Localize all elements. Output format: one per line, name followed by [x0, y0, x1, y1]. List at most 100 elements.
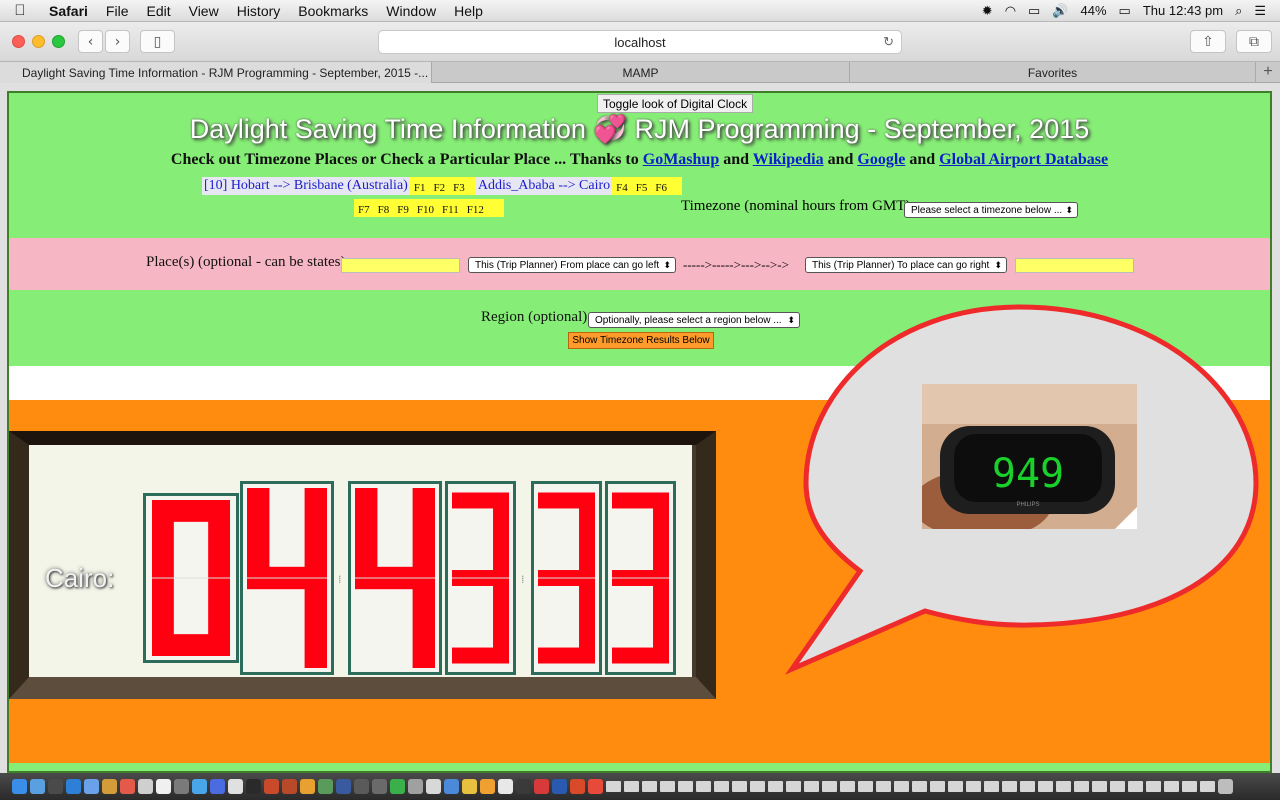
- dock-app-icon[interactable]: [66, 779, 81, 794]
- link-google[interactable]: Google: [857, 151, 905, 168]
- dock-app-icon[interactable]: [228, 779, 243, 794]
- dock-app-icon[interactable]: [210, 779, 225, 794]
- dock-minimized-window-icon[interactable]: [624, 781, 639, 792]
- dock-minimized-window-icon[interactable]: [1020, 781, 1035, 792]
- airplay-icon[interactable]: ▭: [1028, 3, 1040, 19]
- dock-minimized-window-icon[interactable]: [948, 781, 963, 792]
- dock-minimized-window-icon[interactable]: [678, 781, 693, 792]
- fkey-f8[interactable]: F8: [374, 204, 394, 216]
- dock-app-icon[interactable]: [462, 779, 477, 794]
- dock-minimized-window-icon[interactable]: [1200, 781, 1215, 792]
- dock-app-icon[interactable]: [354, 779, 369, 794]
- reload-icon[interactable]: ↻: [883, 34, 894, 50]
- dock-app-icon[interactable]: [84, 779, 99, 794]
- dock-app-icon[interactable]: [570, 779, 585, 794]
- fkey-f6[interactable]: F6: [651, 182, 671, 194]
- dock-app-icon[interactable]: [390, 779, 405, 794]
- battery-icon[interactable]: ▭: [1119, 3, 1131, 19]
- dock-minimized-window-icon[interactable]: [750, 781, 765, 792]
- dock-app-icon[interactable]: [300, 779, 315, 794]
- dock-minimized-window-icon[interactable]: [1092, 781, 1107, 792]
- favourite-hobart-brisbane[interactable]: [10] Hobart --> Brisbane (Australia): [202, 177, 410, 195]
- link-gomashup[interactable]: GoMashup: [643, 151, 719, 168]
- fkey-f1[interactable]: F1: [410, 182, 430, 194]
- dock-minimized-window-icon[interactable]: [732, 781, 747, 792]
- menu-history[interactable]: History: [228, 3, 290, 19]
- back-button[interactable]: ‹: [78, 30, 103, 53]
- link-wikipedia[interactable]: Wikipedia: [753, 151, 824, 168]
- apple-icon[interactable]: : [0, 2, 40, 19]
- dock-app-icon[interactable]: [120, 779, 135, 794]
- fkey-f9[interactable]: F9: [393, 204, 413, 216]
- dock-minimized-window-icon[interactable]: [1074, 781, 1089, 792]
- tab-daylight-saving[interactable]: Daylight Saving Time Information - RJM P…: [0, 62, 432, 83]
- fkey-f5[interactable]: F5: [632, 182, 652, 194]
- region-select[interactable]: Optionally, please select a region below…: [588, 312, 800, 328]
- from-place-input[interactable]: [341, 258, 460, 273]
- dock-minimized-window-icon[interactable]: [876, 781, 891, 792]
- favourite-addis-ababa-cairo[interactable]: Addis_Ababa --> Cairo: [475, 177, 613, 195]
- dock-app-icon[interactable]: [48, 779, 63, 794]
- dock-minimized-window-icon[interactable]: [786, 781, 801, 792]
- forward-button[interactable]: ›: [105, 30, 130, 53]
- dock-minimized-window-icon[interactable]: [984, 781, 999, 792]
- dock-minimized-window-icon[interactable]: [912, 781, 927, 792]
- sidebar-button[interactable]: ▯: [140, 30, 175, 53]
- menubar-clock[interactable]: Thu 12:43 pm: [1143, 3, 1223, 18]
- dock-minimized-window-icon[interactable]: [1182, 781, 1197, 792]
- volume-icon[interactable]: 🔊: [1052, 3, 1068, 19]
- app-status-icon[interactable]: ✹: [982, 3, 993, 19]
- notification-center-icon[interactable]: ☰: [1254, 3, 1266, 19]
- dock-minimized-window-icon[interactable]: [714, 781, 729, 792]
- timezone-select[interactable]: Please select a timezone below ...: [904, 202, 1078, 218]
- dock-app-icon[interactable]: [534, 779, 549, 794]
- dock-minimized-window-icon[interactable]: [1164, 781, 1179, 792]
- menu-window[interactable]: Window: [377, 3, 445, 19]
- dock-app-icon[interactable]: [408, 779, 423, 794]
- dock-app-icon[interactable]: [264, 779, 279, 794]
- zoom-window-button[interactable]: [52, 35, 65, 48]
- dock-minimized-window-icon[interactable]: [822, 781, 837, 792]
- menu-safari[interactable]: Safari: [40, 3, 97, 19]
- menu-view[interactable]: View: [180, 3, 228, 19]
- dock-minimized-window-icon[interactable]: [1056, 781, 1071, 792]
- menu-bookmarks[interactable]: Bookmarks: [289, 3, 377, 19]
- dock-minimized-window-icon[interactable]: [768, 781, 783, 792]
- dock-minimized-window-icon[interactable]: [1146, 781, 1161, 792]
- dock-app-icon[interactable]: [318, 779, 333, 794]
- dock-app-icon[interactable]: [336, 779, 351, 794]
- fkey-f7[interactable]: F7: [354, 204, 374, 216]
- dock-app-icon[interactable]: [102, 779, 117, 794]
- dock-app-icon[interactable]: [552, 779, 567, 794]
- spotlight-search-icon[interactable]: ⌕: [1235, 3, 1242, 19]
- dock-minimized-window-icon[interactable]: [1110, 781, 1125, 792]
- dock-app-icon[interactable]: [138, 779, 153, 794]
- dock-minimized-window-icon[interactable]: [894, 781, 909, 792]
- toggle-clock-look-button[interactable]: Toggle look of Digital Clock: [597, 94, 754, 113]
- dock-app-icon[interactable]: [588, 779, 603, 794]
- from-place-select[interactable]: This (Trip Planner) From place can go le…: [468, 257, 676, 273]
- trash-icon[interactable]: [1218, 779, 1233, 794]
- menu-help[interactable]: Help: [445, 3, 492, 19]
- dock-minimized-window-icon[interactable]: [804, 781, 819, 792]
- tab-mamp[interactable]: MAMP: [432, 62, 850, 83]
- dock-app-icon[interactable]: [498, 779, 513, 794]
- dock-app-icon[interactable]: [282, 779, 297, 794]
- dock-minimized-window-icon[interactable]: [858, 781, 873, 792]
- fkey-f3[interactable]: F3: [449, 182, 469, 194]
- dock-app-icon[interactable]: [30, 779, 45, 794]
- to-place-select[interactable]: This (Trip Planner) To place can go righ…: [805, 257, 1007, 273]
- fkey-f11[interactable]: F11: [438, 204, 463, 216]
- dock-app-icon[interactable]: [444, 779, 459, 794]
- dock-minimized-window-icon[interactable]: [966, 781, 981, 792]
- link-global-airport-database[interactable]: Global Airport Database: [939, 151, 1108, 168]
- fkey-f2[interactable]: F2: [429, 182, 449, 194]
- fkey-f12[interactable]: F12: [463, 204, 488, 216]
- menu-edit[interactable]: Edit: [137, 3, 179, 19]
- dock-app-icon[interactable]: [12, 779, 27, 794]
- menu-file[interactable]: File: [97, 3, 138, 19]
- dock-minimized-window-icon[interactable]: [696, 781, 711, 792]
- digital-clock[interactable]: Cairo: ⁞ ⁞: [9, 431, 716, 699]
- dock-app-icon[interactable]: [192, 779, 207, 794]
- wifi-icon[interactable]: ◠: [1005, 3, 1016, 19]
